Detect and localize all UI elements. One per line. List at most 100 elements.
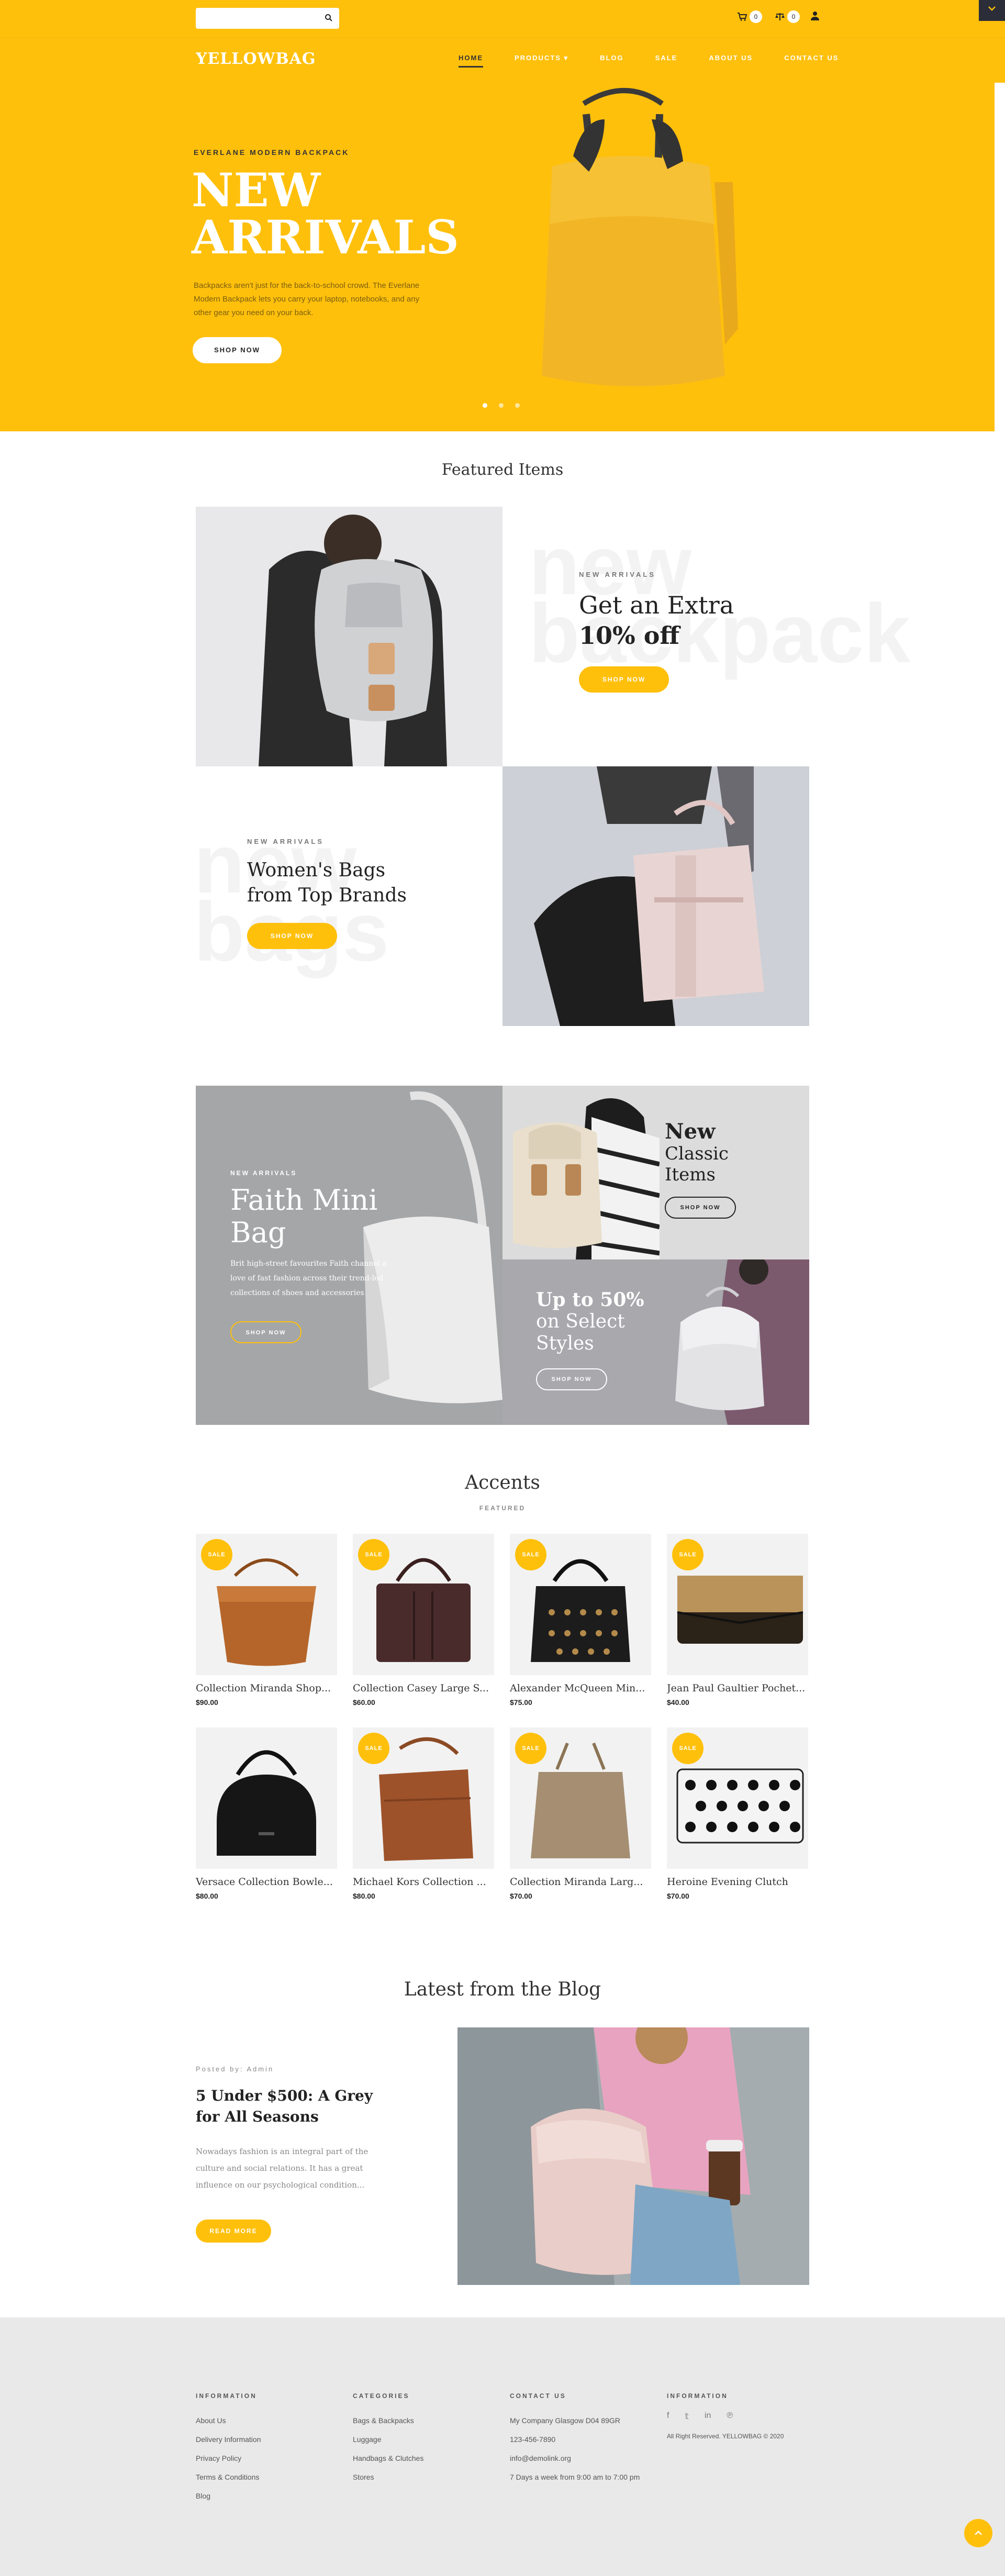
- footer-phone[interactable]: 123-456-7890: [510, 2430, 640, 2449]
- sale-badge: SALE: [201, 1539, 232, 1570]
- select-title-line1: Up to 50%: [536, 1289, 644, 1311]
- product-name[interactable]: Collection Miranda Larg...: [510, 1876, 651, 1888]
- hero-title-line2: ARRIVALS: [192, 210, 459, 264]
- footer-col4-heading: INFORMATION: [667, 2392, 728, 2400]
- select-title-line2: on Select: [536, 1311, 625, 1332]
- footer-link-stores[interactable]: Stores: [353, 2468, 423, 2486]
- cart-icon: [738, 13, 747, 21]
- sale-badge: SALE: [358, 1539, 389, 1570]
- product-name[interactable]: Jean Paul Gaultier Pochet...: [667, 1682, 808, 1694]
- product-name[interactable]: Versace Collection Bowle...: [196, 1876, 337, 1888]
- block1-title-line2: 10% off: [579, 621, 680, 650]
- product-card[interactable]: SALE Alexander McQueen Min... $75.00: [510, 1534, 651, 1707]
- product-name[interactable]: Alexander McQueen Min...: [510, 1682, 651, 1694]
- product-image[interactable]: SALE: [667, 1727, 808, 1869]
- product-price: $80.00: [353, 1892, 375, 1900]
- footer-col2-heading: CATEGORIES: [353, 2392, 410, 2400]
- featured-items-title: Featured Items: [441, 461, 564, 479]
- chevron-down-icon: [988, 6, 996, 11]
- product-card[interactable]: Versace Collection Bowle... $80.00: [196, 1727, 337, 1900]
- footer-copyright: All Right Reserved. YELLOWBAG © 2020: [667, 2433, 784, 2440]
- product-name[interactable]: Michael Kors Collection ...: [353, 1876, 494, 1888]
- product-price: $75.00: [510, 1698, 532, 1707]
- product-card[interactable]: SALE Collection Casey Large S... $60.00: [353, 1534, 494, 1707]
- block1-title-line1: Get an Extra: [579, 591, 734, 619]
- footer-link-delivery[interactable]: Delivery Information: [196, 2430, 261, 2449]
- product-card[interactable]: SALE Heroine Evening Clutch $70.00: [667, 1727, 808, 1900]
- promo-classic-items: New Classic Items SHOP NOW: [502, 1086, 809, 1259]
- product-card[interactable]: SALE Jean Paul Gaultier Pochet... $40.00: [667, 1534, 808, 1707]
- product-image[interactable]: SALE: [196, 1534, 337, 1675]
- faith-shop-now-button[interactable]: SHOP NOW: [230, 1321, 302, 1343]
- product-card[interactable]: SALE Collection Miranda Larg... $70.00: [510, 1727, 651, 1900]
- account-button[interactable]: [810, 11, 820, 23]
- product-image[interactable]: [196, 1727, 337, 1869]
- sale-badge: SALE: [672, 1733, 704, 1764]
- footer-link-bags[interactable]: Bags & Backpacks: [353, 2411, 423, 2430]
- footer-link-terms[interactable]: Terms & Conditions: [196, 2468, 261, 2486]
- product-name[interactable]: Collection Miranda Shop...: [196, 1682, 337, 1694]
- footer-link-privacy[interactable]: Privacy Policy: [196, 2449, 261, 2468]
- nav-about-us[interactable]: ABOUT US: [709, 54, 753, 68]
- featured-block-2: NEW ARRIVALS Women's Bags from Top Brand…: [247, 838, 407, 949]
- product-card[interactable]: SALE Collection Miranda Shop... $90.00: [196, 1534, 337, 1707]
- product-card[interactable]: SALE Michael Kors Collection ... $80.00: [353, 1727, 494, 1900]
- cart-button[interactable]: 0: [737, 10, 762, 23]
- block1-shop-now-button[interactable]: SHOP NOW: [579, 666, 669, 693]
- linkedin-icon[interactable]: in: [705, 2411, 711, 2422]
- site-logo[interactable]: YELLOWBAG: [196, 50, 316, 68]
- nav-sale[interactable]: SALE: [655, 54, 678, 68]
- white-backpack-image: [675, 1259, 809, 1425]
- sale-badge: SALE: [515, 1733, 546, 1764]
- promo-select-styles: Up to 50% on Select Styles SHOP NOW: [502, 1259, 809, 1425]
- product-name[interactable]: Heroine Evening Clutch: [667, 1876, 808, 1888]
- product-image[interactable]: SALE: [667, 1534, 808, 1675]
- nav-blog[interactable]: BLOG: [600, 54, 624, 68]
- facebook-icon[interactable]: f: [667, 2411, 669, 2422]
- blog-post-title-line1[interactable]: 5 Under $500: A Grey: [196, 2086, 384, 2106]
- footer-link-handbags[interactable]: Handbags & Clutches: [353, 2449, 423, 2468]
- product-image[interactable]: SALE: [353, 1534, 494, 1675]
- classic-title-line3: Items: [665, 1164, 716, 1185]
- blog-section-title: Latest from the Blog: [404, 1979, 601, 2000]
- hero-title-line1: NEW: [192, 163, 321, 217]
- nav-home[interactable]: HOME: [459, 54, 483, 68]
- blog-read-more-button[interactable]: READ MORE: [196, 2220, 271, 2243]
- search-icon[interactable]: [325, 14, 333, 22]
- twitter-icon[interactable]: 𝕥: [685, 2411, 688, 2422]
- block2-shop-now-button[interactable]: SHOP NOW: [247, 923, 337, 949]
- footer-col3-heading: CONTACT US: [510, 2392, 566, 2400]
- search-input[interactable]: [196, 8, 339, 29]
- blog-post-title-line2[interactable]: for All Seasons: [196, 2106, 384, 2127]
- slide-dot-2[interactable]: [499, 403, 504, 408]
- product-image[interactable]: SALE: [510, 1727, 651, 1869]
- select-shop-now-button[interactable]: SHOP NOW: [536, 1368, 607, 1390]
- nav-contact-us[interactable]: CONTACT US: [784, 54, 839, 68]
- sale-badge: SALE: [358, 1733, 389, 1764]
- footer-link-about-us[interactable]: About Us: [196, 2411, 261, 2430]
- slide-dot-3[interactable]: [515, 403, 520, 408]
- footer-link-luggage[interactable]: Luggage: [353, 2430, 423, 2449]
- pinterest-icon[interactable]: ℗: [727, 2411, 733, 2422]
- product-image[interactable]: SALE: [510, 1534, 651, 1675]
- blog-post-summary: Posted by: Admin 5 Under $500: A Grey fo…: [196, 2065, 384, 2243]
- slide-dot-1[interactable]: [483, 403, 487, 408]
- classic-shop-now-button[interactable]: SHOP NOW: [665, 1197, 736, 1219]
- main-navbar: YELLOWBAG HOME PRODUCTS ▾ BLOG SALE ABOU…: [0, 38, 1005, 83]
- nav-products[interactable]: PRODUCTS ▾: [515, 54, 568, 68]
- beige-backpack-image: [513, 1098, 660, 1259]
- footer-link-blog[interactable]: Blog: [196, 2486, 261, 2505]
- footer-hours: 7 Days a week from 9:00 am to 7:00 pm: [510, 2473, 640, 2481]
- cart-count-badge: 0: [750, 10, 762, 23]
- hero-title: NEW ARRIVALS: [192, 166, 485, 261]
- compare-button[interactable]: 0: [775, 10, 800, 23]
- toggle-panel-button[interactable]: [979, 0, 1005, 21]
- accents-title: Accents: [465, 1472, 540, 1493]
- product-image[interactable]: SALE: [353, 1727, 494, 1869]
- scroll-to-top-button[interactable]: [964, 2519, 992, 2547]
- footer-email[interactable]: info@demolink.org: [510, 2449, 640, 2468]
- product-price: $70.00: [510, 1892, 532, 1900]
- product-price: $70.00: [667, 1892, 689, 1900]
- product-name[interactable]: Collection Casey Large S...: [353, 1682, 494, 1694]
- hero-shop-now-button[interactable]: SHOP NOW: [193, 337, 282, 363]
